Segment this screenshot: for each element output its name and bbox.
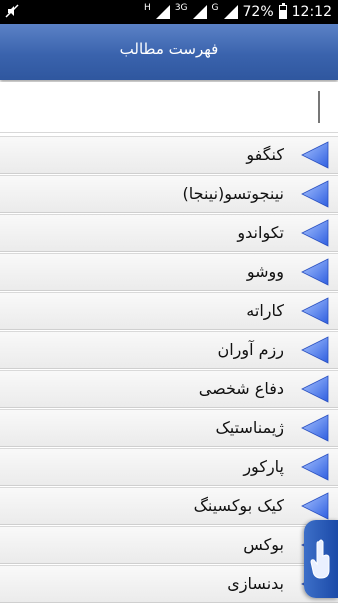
list-item[interactable]: دفاع شخصی: [0, 370, 338, 408]
arrow-left-icon: [301, 453, 329, 481]
signal-icon-3: [223, 5, 238, 19]
network-g-indicator: G: [211, 2, 219, 13]
list-item[interactable]: پارکور: [0, 448, 338, 486]
list-item[interactable]: ژیمناستیک: [0, 409, 338, 447]
arrow-left-icon: [301, 375, 329, 403]
list-item[interactable]: بدنسازی: [0, 565, 338, 603]
arrow-left-icon: [301, 219, 329, 247]
list-item-label: کاراته: [246, 301, 284, 320]
battery-icon: [278, 3, 287, 19]
list-item-label: بدنسازی: [227, 574, 284, 593]
list-item[interactable]: بوکس: [0, 526, 338, 564]
clock: 12:12: [291, 4, 332, 20]
list-item-label: ووشو: [246, 262, 284, 281]
hand-icon: [310, 539, 330, 579]
list-item[interactable]: رزم آوران: [0, 331, 338, 369]
list-item-label: نینجوتسو(نینجا): [182, 184, 285, 203]
list-item[interactable]: نینجوتسو(نینجا): [0, 175, 338, 213]
list-item-label: پارکور: [243, 457, 284, 476]
list-item-label: کیک بوکسینگ: [193, 496, 284, 515]
signal-icon-2: [192, 5, 207, 19]
list-item-label: ژیمناستیک: [215, 418, 284, 437]
network-h-indicator: H: [144, 2, 151, 13]
list-item[interactable]: کیک بوکسینگ: [0, 487, 338, 525]
list-item-label: بوکس: [243, 535, 284, 554]
list-item[interactable]: کاراته: [0, 292, 338, 330]
arrow-left-icon: [301, 336, 329, 364]
list-item[interactable]: کنگفو: [0, 136, 338, 174]
network-3g-indicator: 3G: [174, 2, 188, 13]
list-item-label: کنگفو: [246, 145, 284, 164]
contents-list: کنگفو نینجوتسو(نینجا) تکواندو ووشو کاراته رزم…: [0, 136, 338, 604]
search-bar: [0, 82, 338, 133]
list-item-label: رزم آوران: [217, 340, 284, 359]
arrow-left-icon: [301, 492, 329, 520]
floating-handle-button[interactable]: [304, 520, 338, 598]
list-item[interactable]: ووشو: [0, 253, 338, 291]
app-header: فهرست مطالب: [0, 24, 338, 80]
status-bar: H 3G G 72% 12:12: [0, 0, 338, 24]
list-item-label: تکواندو: [237, 223, 284, 242]
arrow-left-icon: [301, 297, 329, 325]
arrow-left-icon: [301, 141, 329, 169]
arrow-left-icon: [301, 180, 329, 208]
list-item[interactable]: تکواندو: [0, 214, 338, 252]
search-input[interactable]: [0, 82, 320, 132]
list-item-label: دفاع شخصی: [198, 379, 284, 398]
signal-icon: [155, 5, 170, 19]
page-title: فهرست مطالب: [119, 40, 219, 58]
text-cursor: [318, 91, 320, 123]
battery-percent: 72%: [242, 4, 274, 20]
mute-icon: [5, 4, 19, 18]
arrow-left-icon: [301, 414, 329, 442]
arrow-left-icon: [301, 258, 329, 286]
